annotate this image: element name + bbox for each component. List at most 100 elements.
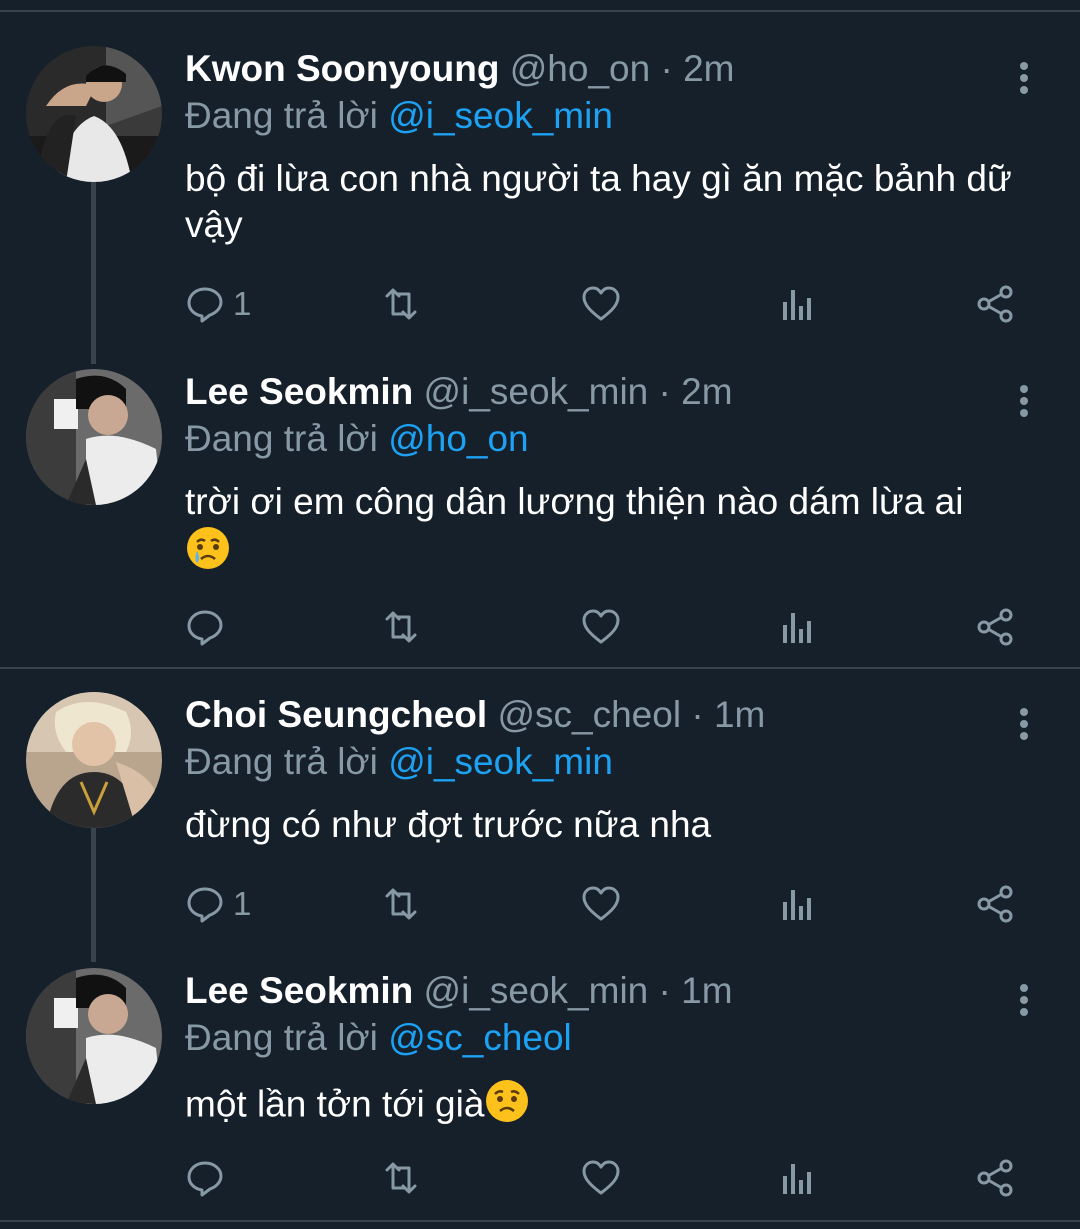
tweet-text-content: trời ơi em công dân lương thiện nào dám … (185, 481, 964, 522)
retweet-icon (385, 288, 417, 320)
tweet-divider (0, 667, 1080, 669)
mention-link[interactable]: @i_seok_min (388, 741, 613, 782)
replying-label: Đang trả lời (185, 1017, 378, 1058)
handle[interactable]: @i_seok_min (424, 371, 649, 412)
tweet-text: đừng có như đợt trước nữa nha (185, 802, 1035, 848)
display-name[interactable]: Lee Seokmin (185, 970, 413, 1011)
display-name[interactable]: Kwon Soonyoung (185, 48, 499, 89)
reply-icon (187, 1161, 223, 1197)
retweet-icon (385, 1162, 417, 1194)
avatar[interactable] (26, 692, 162, 828)
tweet[interactable]: Lee Seokmin @i_seok_min · 1m Đang trả lờ… (0, 968, 1080, 1218)
more-options-icon[interactable] (1010, 980, 1038, 1020)
tweet-text: bộ đi lừa con nhà người ta hay gì ăn mặc… (185, 156, 1035, 248)
analytics-button[interactable] (779, 284, 819, 324)
avatar-photo-icon (26, 968, 162, 1104)
separator: · (660, 48, 673, 89)
mention-link[interactable]: @sc_cheol (388, 1017, 572, 1058)
reply-button[interactable] (185, 607, 233, 647)
retweet-button[interactable] (381, 284, 421, 324)
timestamp[interactable]: 1m (681, 970, 732, 1011)
replying-label: Đang trả lời (185, 418, 378, 459)
separator: · (658, 970, 671, 1011)
tweet-actions (185, 1158, 1035, 1198)
reply-icon (187, 887, 223, 923)
worried-face-emoji-icon (484, 1078, 530, 1135)
reply-count: 1 (233, 885, 252, 922)
replying-to: Đang trả lời @i_seok_min (185, 93, 613, 139)
tweet-divider (0, 1220, 1080, 1222)
reply-icon (187, 287, 223, 323)
timestamp[interactable]: 2m (681, 371, 732, 412)
share-button[interactable] (975, 884, 1015, 924)
tweet-actions (185, 607, 1035, 647)
avatar-photo-icon (26, 692, 162, 828)
retweet-button[interactable] (381, 1158, 421, 1198)
handle[interactable]: @i_seok_min (424, 970, 649, 1011)
tweet-header: Lee Seokmin @i_seok_min · 1m (185, 968, 733, 1014)
share-button[interactable] (975, 1158, 1015, 1198)
reply-button[interactable]: 1 (185, 284, 251, 324)
replying-label: Đang trả lời (185, 95, 378, 136)
heart-icon (582, 286, 620, 321)
analytics-icon (783, 290, 811, 320)
like-button[interactable] (581, 284, 621, 324)
tweet[interactable]: Lee Seokmin @i_seok_min · 2m Đang trả lờ… (0, 369, 1080, 669)
tweet-actions: 1 (185, 884, 1035, 924)
handle[interactable]: @sc_cheol (497, 694, 681, 735)
more-options-icon[interactable] (1010, 704, 1038, 744)
reply-button[interactable] (185, 1158, 233, 1198)
handle[interactable]: @ho_on (510, 48, 650, 89)
replying-to: Đang trả lời @i_seok_min (185, 739, 613, 785)
retweet-icon (385, 888, 417, 920)
avatar[interactable] (26, 968, 162, 1104)
tweet-header: Lee Seokmin @i_seok_min · 2m (185, 369, 733, 415)
avatar[interactable] (26, 369, 162, 505)
heart-icon (582, 1160, 620, 1195)
retweet-icon (385, 611, 417, 643)
retweet-button[interactable] (381, 607, 421, 647)
crying-face-emoji-icon (185, 525, 231, 582)
timestamp[interactable]: 2m (683, 48, 734, 89)
tweet-actions: 1 (185, 284, 1035, 324)
share-icon (977, 285, 1013, 323)
heart-icon (582, 886, 620, 921)
more-options-icon[interactable] (1010, 58, 1038, 98)
share-icon (977, 608, 1013, 646)
tweet-text-content: đừng có như đợt trước nữa nha (185, 804, 712, 845)
mention-link[interactable]: @i_seok_min (388, 95, 613, 136)
like-button[interactable] (581, 884, 621, 924)
display-name[interactable]: Lee Seokmin (185, 371, 413, 412)
analytics-icon (783, 890, 811, 920)
share-icon (977, 885, 1013, 923)
tweet-text-content: bộ đi lừa con nhà người ta hay gì ăn mặc… (185, 158, 1012, 245)
tweet-text: một lần tởn tới già (185, 1078, 1035, 1135)
avatar[interactable] (26, 46, 162, 182)
like-button[interactable] (581, 607, 621, 647)
replying-to: Đang trả lời @ho_on (185, 416, 529, 462)
separator: · (691, 694, 704, 735)
tweet[interactable]: Kwon Soonyoung @ho_on · 2m Đang trả lời … (0, 46, 1080, 346)
timestamp[interactable]: 1m (714, 694, 765, 735)
analytics-button[interactable] (779, 607, 819, 647)
display-name[interactable]: Choi Seungcheol (185, 694, 487, 735)
share-button[interactable] (975, 607, 1015, 647)
share-button[interactable] (975, 284, 1015, 324)
tweet-text-content: một lần tởn tới già (185, 1083, 485, 1125)
more-options-icon[interactable] (1010, 381, 1038, 421)
separator: · (658, 371, 671, 412)
reply-button[interactable]: 1 (185, 884, 251, 924)
analytics-button[interactable] (779, 884, 819, 924)
avatar-photo-icon (26, 46, 162, 182)
mention-link[interactable]: @ho_on (388, 418, 528, 459)
like-button[interactable] (581, 1158, 621, 1198)
replying-to: Đang trả lời @sc_cheol (185, 1015, 572, 1061)
replying-label: Đang trả lời (185, 741, 378, 782)
heart-icon (582, 609, 620, 644)
reply-icon (187, 610, 223, 646)
top-divider (0, 0, 1080, 12)
retweet-button[interactable] (381, 884, 421, 924)
tweet-header: Kwon Soonyoung @ho_on · 2m (185, 46, 734, 92)
analytics-button[interactable] (779, 1158, 819, 1198)
tweet[interactable]: Choi Seungcheol @sc_cheol · 1m Đang trả … (0, 692, 1080, 968)
